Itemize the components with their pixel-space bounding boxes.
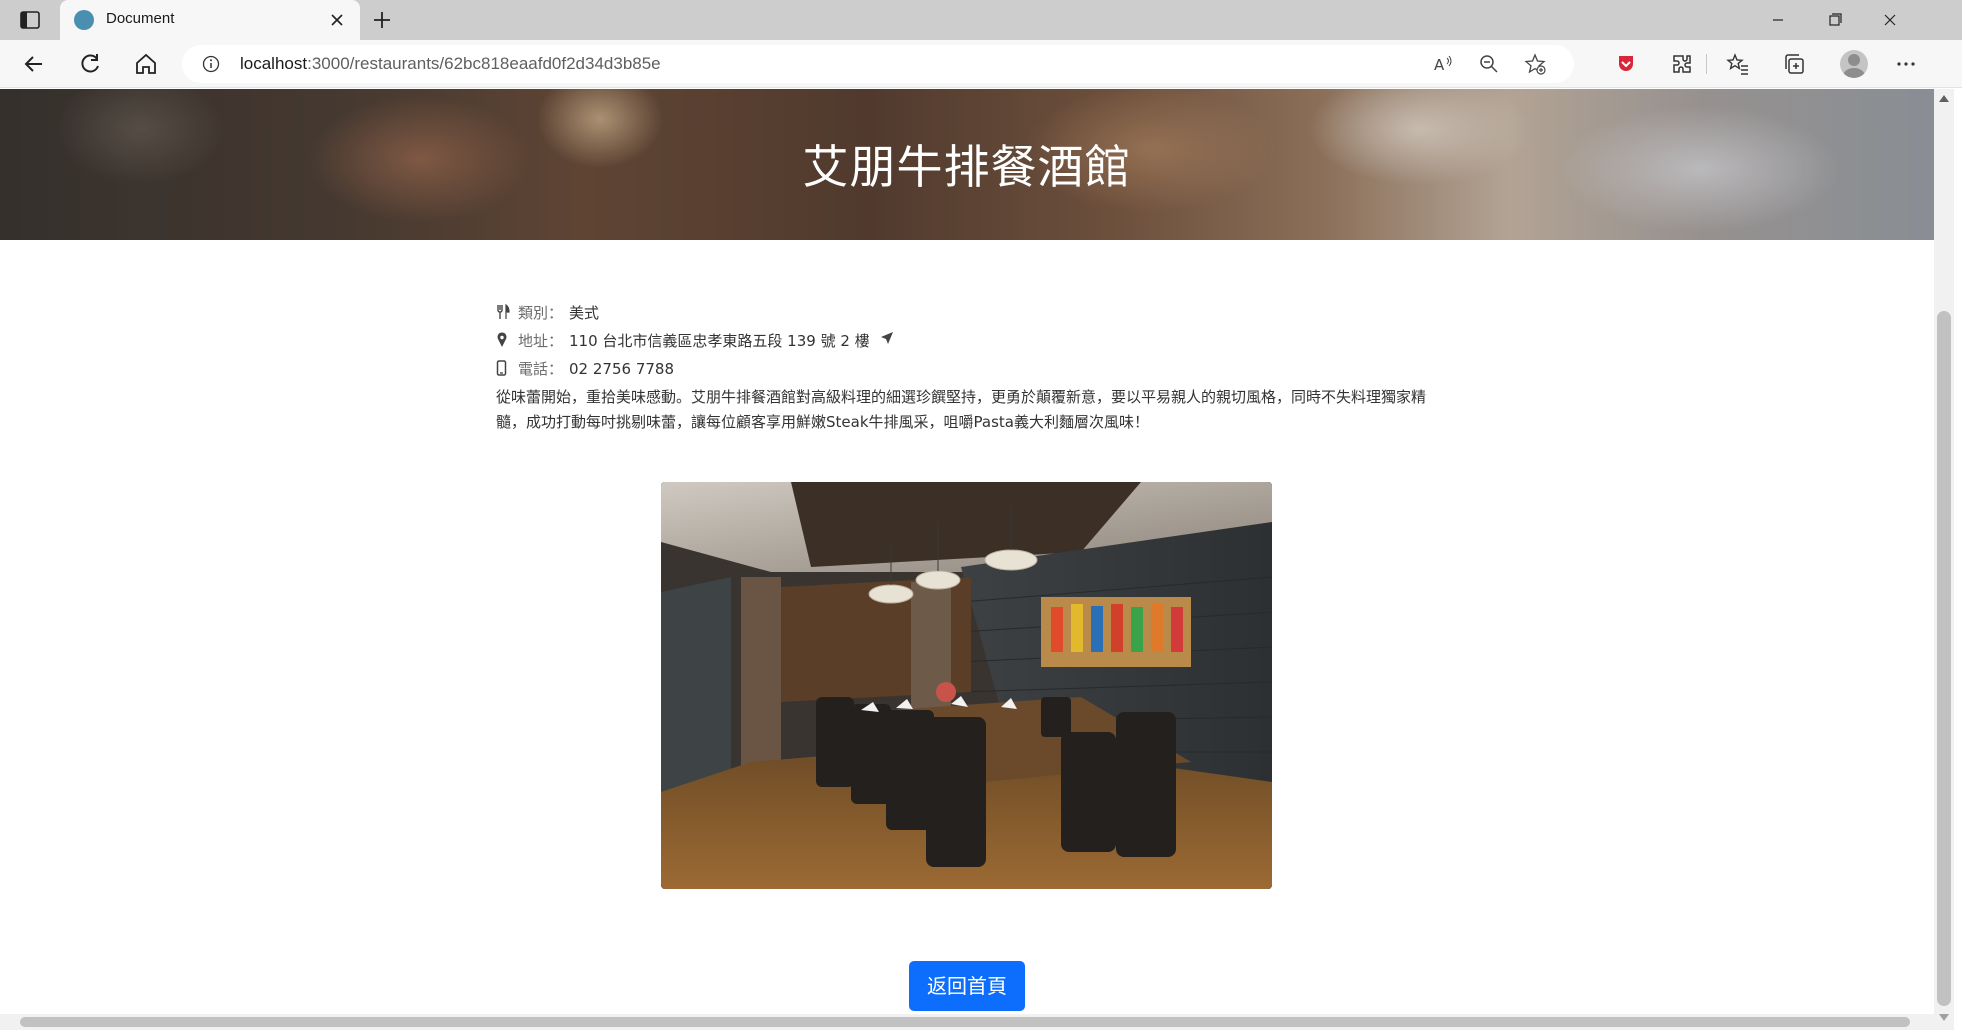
mobile-phone-icon [496, 359, 507, 376]
tab-strip: Document [0, 0, 1962, 40]
dining-room-image [661, 482, 1272, 889]
close-icon[interactable] [326, 9, 348, 31]
url-host: localhost [240, 54, 308, 73]
favorite-add-icon[interactable] [1524, 53, 1546, 75]
home-icon[interactable] [132, 50, 160, 78]
maximize-icon[interactable] [1806, 0, 1862, 40]
favorites-icon[interactable] [1726, 52, 1750, 76]
location-arrow-icon [881, 331, 894, 344]
address-row: 地址： 110 台北市信義區忠孝東路五段 139 號 2 樓 [496, 327, 1436, 355]
tab-title: Document [106, 10, 175, 27]
directions-link[interactable] [880, 326, 894, 354]
window-close-icon[interactable] [1862, 0, 1918, 40]
svg-text:A: A [1434, 56, 1445, 74]
address-value: 110 台北市信義區忠孝東路五段 139 號 2 樓 [569, 332, 870, 350]
hero-banner: 艾朋牛排餐酒館 [0, 89, 1934, 240]
favicon-icon [74, 10, 94, 30]
url-text[interactable]: localhost:3000/restaurants/62bc818eaafd0… [240, 54, 661, 74]
scroll-up-icon[interactable] [1939, 95, 1949, 102]
scroll-down-icon[interactable] [1939, 1014, 1949, 1021]
phone-label: 電話： [518, 360, 564, 378]
zoom-icon[interactable] [1478, 53, 1500, 75]
plus-icon[interactable] [370, 8, 394, 32]
vertical-scrollbar[interactable] [1934, 89, 1954, 1030]
extensions-icon[interactable] [1670, 52, 1694, 76]
category-label: 類別： [518, 304, 564, 322]
category-value: 美式 [569, 304, 600, 322]
category-row: 類別： 美式 [496, 299, 1436, 327]
info-icon[interactable] [202, 55, 220, 73]
restaurant-name: 艾朋牛排餐酒館 [802, 140, 1132, 194]
map-marker-icon [497, 331, 507, 347]
minimize-icon[interactable] [1750, 0, 1806, 40]
more-icon[interactable] [1894, 52, 1918, 76]
toolbar-divider [1706, 54, 1707, 74]
phone-row: 電話： 02 2756 7788 [496, 355, 1436, 383]
sidebar-toggle-icon[interactable] [18, 8, 42, 32]
phone-value: 02 2756 7788 [569, 360, 674, 378]
horizontal-scrollbar[interactable] [0, 1014, 1934, 1030]
url-path: :3000/restaurants/62bc818eaafd0f2d34d3b8… [307, 54, 661, 73]
shield-icon[interactable] [1614, 52, 1638, 76]
back-home-button[interactable]: 返回首頁 [909, 961, 1025, 1011]
restaurant-info: 類別： 美式 地址： 110 台北市信義區忠孝東路五段 139 號 2 樓 電話： 0… [496, 299, 1436, 435]
collections-icon[interactable] [1782, 52, 1806, 76]
browser-toolbar: localhost:3000/restaurants/62bc818eaafd0… [0, 40, 1962, 88]
back-icon[interactable] [20, 50, 48, 78]
read-aloud-icon[interactable]: A [1432, 53, 1454, 75]
vertical-scroll-thumb[interactable] [1937, 311, 1951, 1006]
profile-icon[interactable] [1840, 50, 1868, 78]
horizontal-scroll-thumb[interactable] [20, 1017, 1910, 1027]
restaurant-description: 從味蕾開始，重拾美味感動。艾朋牛排餐酒館對高級料理的細選珍饌堅持，更勇於顛覆新意… [496, 388, 1427, 431]
utensils-icon [497, 303, 510, 319]
restaurant-photo [661, 482, 1272, 889]
address-label: 地址： [518, 332, 564, 350]
page-viewport: 艾朋牛排餐酒館 類別： 美式 地址： 110 台北市信義區忠孝東路五段 139 號 … [0, 89, 1934, 1030]
tab-document[interactable]: Document [60, 0, 360, 40]
address-bar[interactable]: localhost:3000/restaurants/62bc818eaafd0… [182, 45, 1574, 83]
reload-icon[interactable] [76, 50, 104, 78]
